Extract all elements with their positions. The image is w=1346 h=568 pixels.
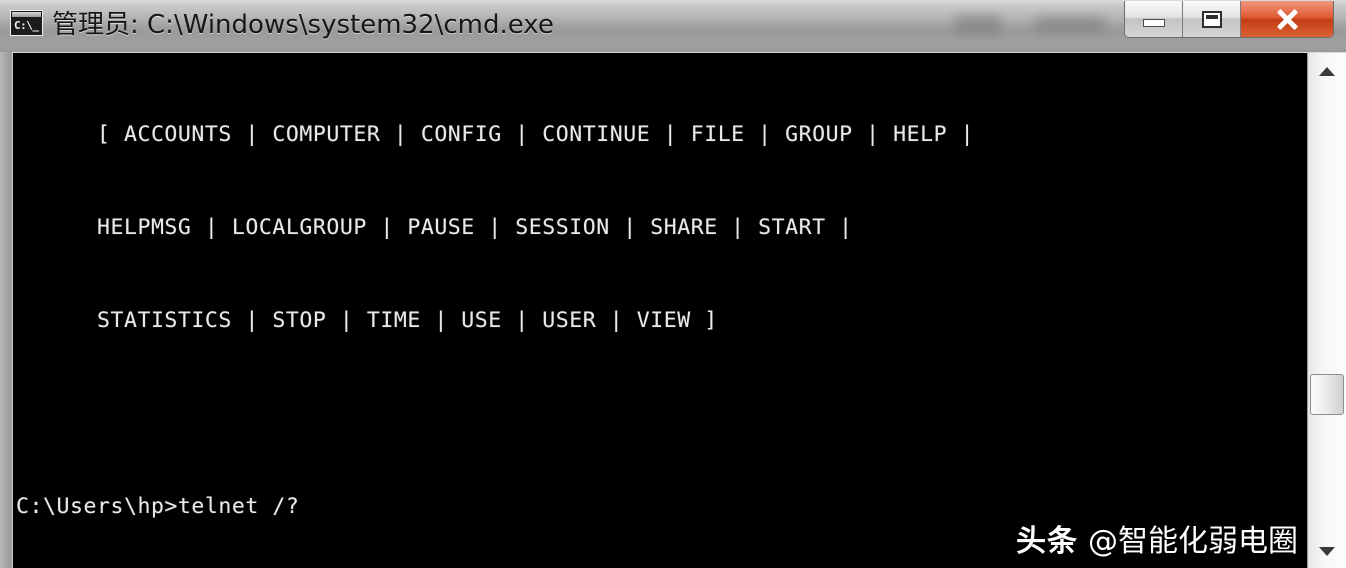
maximize-icon (1201, 10, 1222, 28)
window-title: 管理员: C:\Windows\system32\cmd.exe (52, 10, 554, 40)
console-line: [ ACCOUNTS | COMPUTER | CONFIG | CONTINU… (16, 122, 975, 147)
console-client-area[interactable]: [ ACCOUNTS | COMPUTER | CONFIG | CONTINU… (12, 52, 1346, 568)
maximize-button[interactable] (1183, 1, 1241, 37)
window-left-border (0, 52, 12, 568)
console-output: [ ACCOUNTS | COMPUTER | CONFIG | CONTINU… (16, 57, 1306, 568)
cmd-window: C:\_ 管理员: C:\Windows\system32\cmd.exe [ … (0, 0, 1346, 568)
scroll-up-button[interactable] (1308, 53, 1346, 89)
cmd-console-icon[interactable]: C:\_ (10, 10, 43, 36)
console-line: STATISTICS | STOP | TIME | USE | USER | … (16, 308, 718, 333)
minimize-button[interactable] (1125, 1, 1183, 37)
scroll-down-button[interactable] (1308, 533, 1346, 568)
minimize-icon (1142, 19, 1165, 27)
icon-title-strip (12, 12, 41, 17)
chevron-up-icon (1319, 66, 1335, 76)
console-scrollbar[interactable] (1307, 53, 1346, 568)
close-icon (1274, 7, 1300, 31)
title-bar[interactable]: C:\_ 管理员: C:\Windows\system32\cmd.exe (0, 0, 1346, 52)
caption-button-group (1124, 1, 1334, 38)
chevron-down-icon (1319, 546, 1335, 556)
titlebar-artifact-b (1035, 16, 1105, 32)
titlebar-artifact-a (955, 14, 1001, 34)
console-prompt-line: C:\Users\hp>telnet /? (16, 494, 300, 519)
scrollbar-thumb[interactable] (1310, 374, 1344, 415)
icon-prompt-text: C:\_ (14, 19, 39, 32)
console-line: HELPMSG | LOCALGROUP | PAUSE | SESSION |… (16, 215, 853, 240)
close-button[interactable] (1241, 1, 1333, 37)
